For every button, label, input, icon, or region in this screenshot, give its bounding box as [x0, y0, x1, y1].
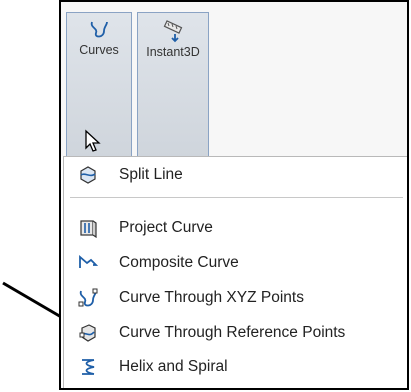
curves-button[interactable]: Curves [66, 12, 132, 158]
curve-xyz-points-icon [78, 288, 98, 307]
curves-dropdown-menu: Split Line Project Curve Composite Curve [63, 156, 407, 388]
helix-spiral-icon [82, 359, 95, 375]
split-line-icon [80, 166, 96, 184]
menu-item-split-line[interactable]: Split Line [64, 161, 407, 189]
curves-icon [90, 21, 108, 38]
instant3d-button[interactable]: Instant3D [137, 12, 209, 158]
menu-label-helix-spiral: Helix and Spiral [119, 358, 228, 375]
menu-item-curve-xyz-points[interactable]: Curve Through XYZ Points [64, 284, 407, 312]
menu-item-composite-curve[interactable]: Composite Curve [64, 249, 407, 277]
menu-label-curve-reference-points: Curve Through Reference Points [119, 324, 346, 341]
menu-label-composite-curve: Composite Curve [119, 254, 239, 271]
menu-item-curve-reference-points[interactable]: Curve Through Reference Points [64, 319, 407, 347]
menu-item-project-curve[interactable]: Project Curve [64, 214, 407, 242]
instant3d-label: Instant3D [146, 45, 200, 59]
curves-label: Curves [79, 43, 119, 57]
screenshot-frame: Curves Instant3D Split Line Project Curv… [59, 0, 409, 390]
menu-label-project-curve: Project Curve [119, 219, 213, 236]
menu-label-split-line: Split Line [119, 166, 183, 183]
instant3d-icon [163, 20, 183, 43]
composite-curve-icon [79, 255, 98, 268]
menu-label-curve-xyz-points: Curve Through XYZ Points [119, 289, 304, 306]
menu-item-helix-spiral[interactable]: Helix and Spiral [64, 353, 407, 381]
mouse-cursor-icon [85, 129, 101, 152]
curve-reference-points-icon [79, 324, 96, 342]
ribbon-toolbar: Curves Instant3D [61, 2, 407, 158]
menu-separator [70, 197, 403, 198]
project-curve-icon [80, 220, 97, 238]
